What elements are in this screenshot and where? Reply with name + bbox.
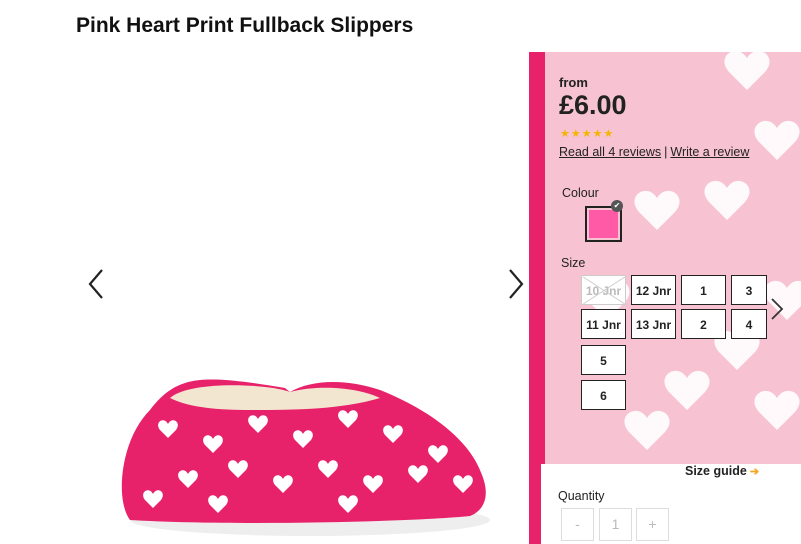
reviews-links: Read all 4 reviews | Write a review <box>559 145 749 159</box>
size-guide-link[interactable]: Size guide ➔ <box>685 464 759 478</box>
size-option[interactable]: 11 Jnr <box>581 309 626 339</box>
size-option[interactable]: 3 <box>731 275 767 305</box>
read-reviews-link[interactable]: Read all 4 reviews <box>559 145 661 159</box>
size-next-button[interactable] <box>769 296 785 322</box>
chevron-left-icon <box>88 269 103 299</box>
colour-label: Colour <box>562 186 599 200</box>
price: £6.00 <box>559 90 627 120</box>
chevron-right-icon <box>509 269 524 299</box>
reviews-separator: | <box>664 145 668 159</box>
star-icon: ★ <box>581 128 592 140</box>
prev-image-button[interactable] <box>84 264 112 304</box>
check-icon: ✔ <box>611 200 623 212</box>
size-option[interactable]: 5 <box>581 345 626 375</box>
size-option[interactable]: 2 <box>681 309 726 339</box>
star-rating: ★ ★ ★ ★ ★ <box>560 129 613 140</box>
size-option[interactable]: 1 <box>681 275 726 305</box>
star-icon: ★ <box>570 128 581 140</box>
size-option[interactable]: 10 Jnr <box>581 275 626 305</box>
size-label: Size <box>561 256 586 270</box>
quantity-label: Quantity <box>558 489 605 503</box>
product-image-slipper <box>121 379 490 536</box>
star-icon: ★ <box>560 128 570 140</box>
size-option[interactable]: 12 Jnr <box>631 275 676 305</box>
size-option[interactable]: 4 <box>731 309 767 339</box>
quantity-input[interactable]: 1 <box>599 508 632 541</box>
write-review-link[interactable]: Write a review <box>670 145 749 159</box>
product-title: Pink Heart Print Fullback Slippers <box>76 14 414 37</box>
size-guide-label: Size guide <box>685 464 747 478</box>
quantity-decrease-button[interactable]: - <box>561 508 594 541</box>
star-icon: ★ <box>592 128 603 140</box>
price-from-label: from <box>559 75 588 90</box>
next-image-button[interactable] <box>500 264 528 304</box>
swatch-fill <box>589 210 618 238</box>
arrow-right-icon: ➔ <box>749 466 760 478</box>
quantity-increase-button[interactable]: + <box>636 508 669 541</box>
chevron-right-icon <box>771 298 784 320</box>
size-option[interactable]: 6 <box>581 380 626 410</box>
size-option[interactable]: 13 Jnr <box>631 309 676 339</box>
half-star-icon: ★ <box>603 128 614 140</box>
